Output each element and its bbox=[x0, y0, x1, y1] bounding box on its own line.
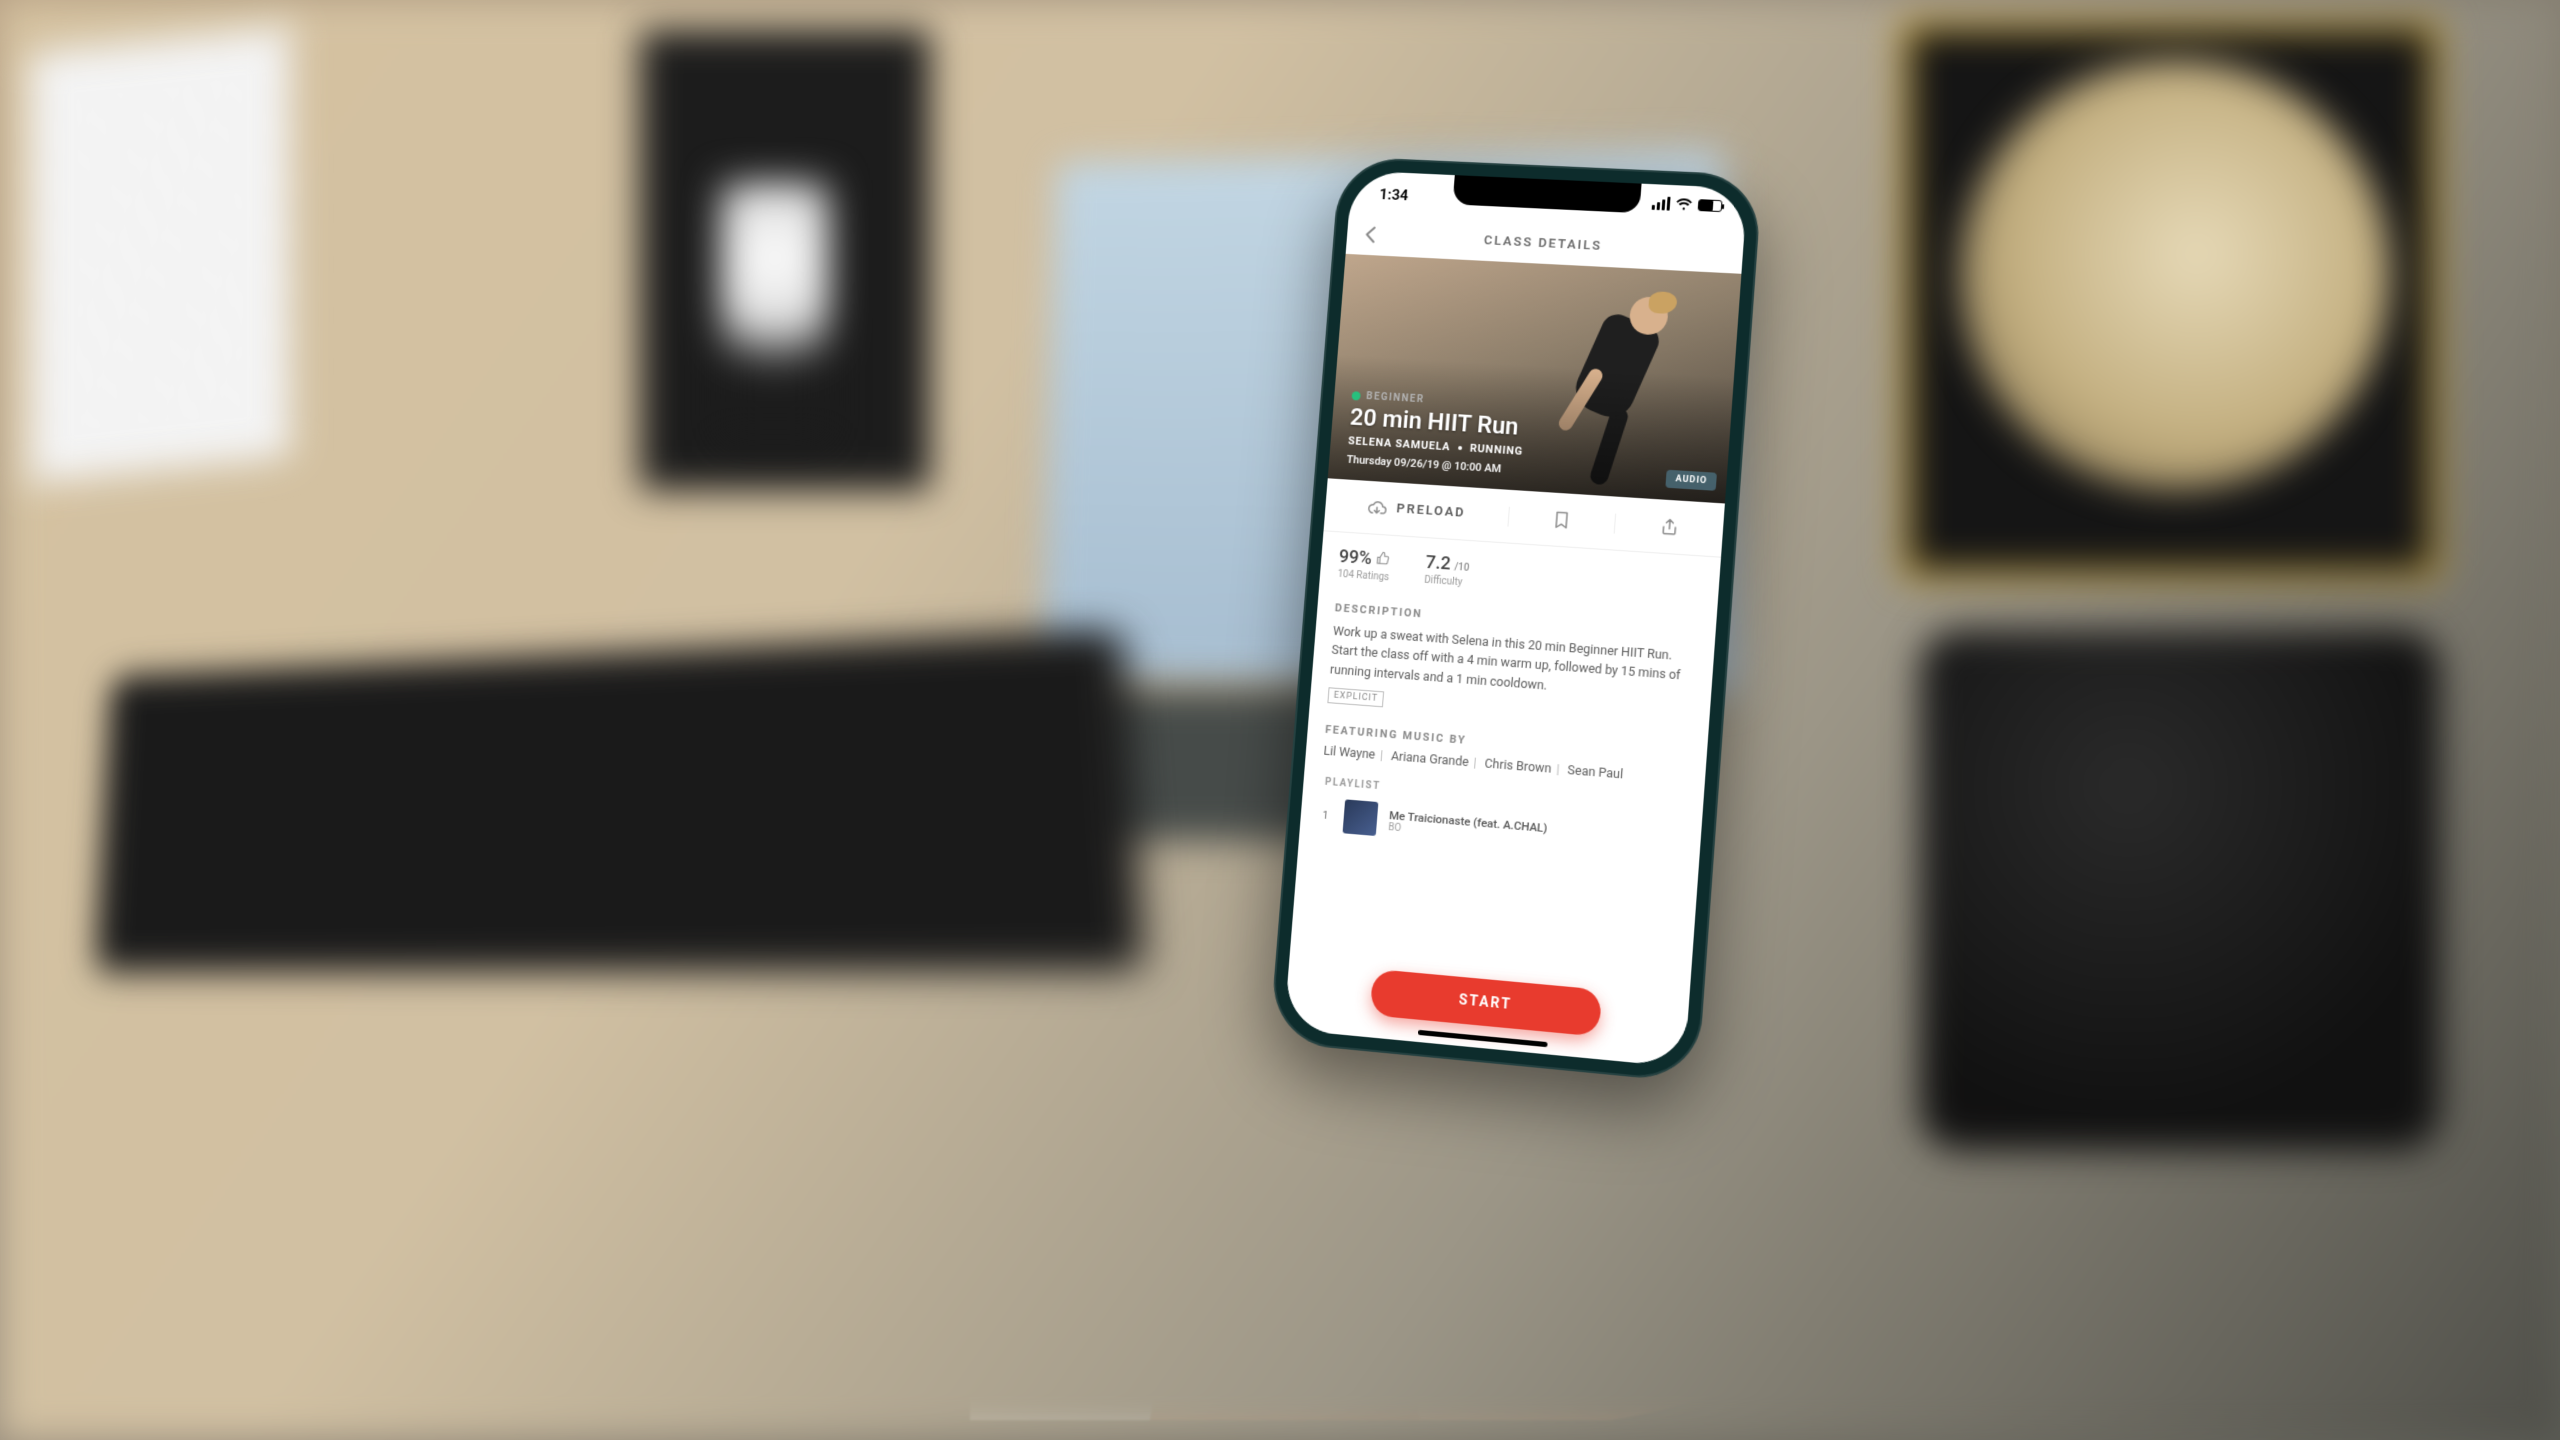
stat-rating: 99% 104 Ratings bbox=[1337, 546, 1391, 583]
wifi-icon bbox=[1676, 198, 1693, 211]
bookmark-icon bbox=[1551, 509, 1572, 530]
background-exercise-bike bbox=[1920, 630, 2440, 1150]
class-hero-image: BEGINNER 20 min HIIT Run SELENA SAMUELA … bbox=[1328, 254, 1742, 504]
class-category: RUNNING bbox=[1469, 442, 1523, 458]
background-rocket-graphic bbox=[720, 180, 830, 440]
start-button-label: START bbox=[1458, 992, 1512, 1013]
share-icon bbox=[1658, 516, 1680, 537]
back-icon[interactable] bbox=[1360, 223, 1383, 245]
nav-title: CLASS DETAILS bbox=[1483, 233, 1602, 254]
rating-percent: 99% bbox=[1338, 546, 1372, 569]
start-button[interactable]: START bbox=[1370, 969, 1603, 1037]
artist: Sean Paul bbox=[1567, 763, 1624, 783]
artist: Lil Wayne bbox=[1323, 744, 1376, 763]
difficulty-value: 7.2 bbox=[1425, 552, 1452, 574]
preload-label: PRELOAD bbox=[1396, 501, 1466, 520]
download-cloud-icon bbox=[1367, 497, 1388, 518]
explicit-tag: EXPLICIT bbox=[1327, 687, 1384, 707]
instructor-name: SELENA SAMUELA bbox=[1348, 434, 1451, 453]
phone-frame: 1:34 CLASS DETAILS bbox=[1269, 156, 1763, 1083]
rating-count-label: 104 Ratings bbox=[1337, 569, 1389, 583]
status-time: 1:34 bbox=[1379, 185, 1409, 204]
phone-screen: 1:34 CLASS DETAILS bbox=[1284, 170, 1748, 1067]
bookmark-button[interactable] bbox=[1508, 506, 1616, 533]
level-dot-icon bbox=[1351, 391, 1360, 400]
artist: Chris Brown bbox=[1484, 757, 1552, 777]
track-album-art bbox=[1343, 799, 1379, 836]
background-moon bbox=[1960, 60, 2390, 490]
difficulty-label: Difficulty bbox=[1424, 575, 1469, 589]
battery-icon bbox=[1698, 199, 1723, 212]
share-button[interactable] bbox=[1615, 513, 1724, 540]
preload-button[interactable]: PRELOAD bbox=[1325, 494, 1510, 526]
cellular-signal-icon bbox=[1652, 196, 1671, 211]
audio-chip[interactable]: AUDIO bbox=[1666, 470, 1717, 491]
background-wall-panels bbox=[30, 26, 290, 483]
background-treadmill bbox=[95, 629, 1145, 972]
difficulty-suffix: /10 bbox=[1454, 562, 1470, 574]
artist: Ariana Grande bbox=[1390, 749, 1469, 770]
phone-device: 1:34 CLASS DETAILS bbox=[1269, 156, 1763, 1083]
track-number: 1 bbox=[1322, 808, 1333, 822]
stat-difficulty: 7.2 /10 Difficulty bbox=[1424, 552, 1471, 589]
separator-dot-icon bbox=[1458, 445, 1462, 449]
thumbs-up-icon bbox=[1375, 551, 1390, 566]
